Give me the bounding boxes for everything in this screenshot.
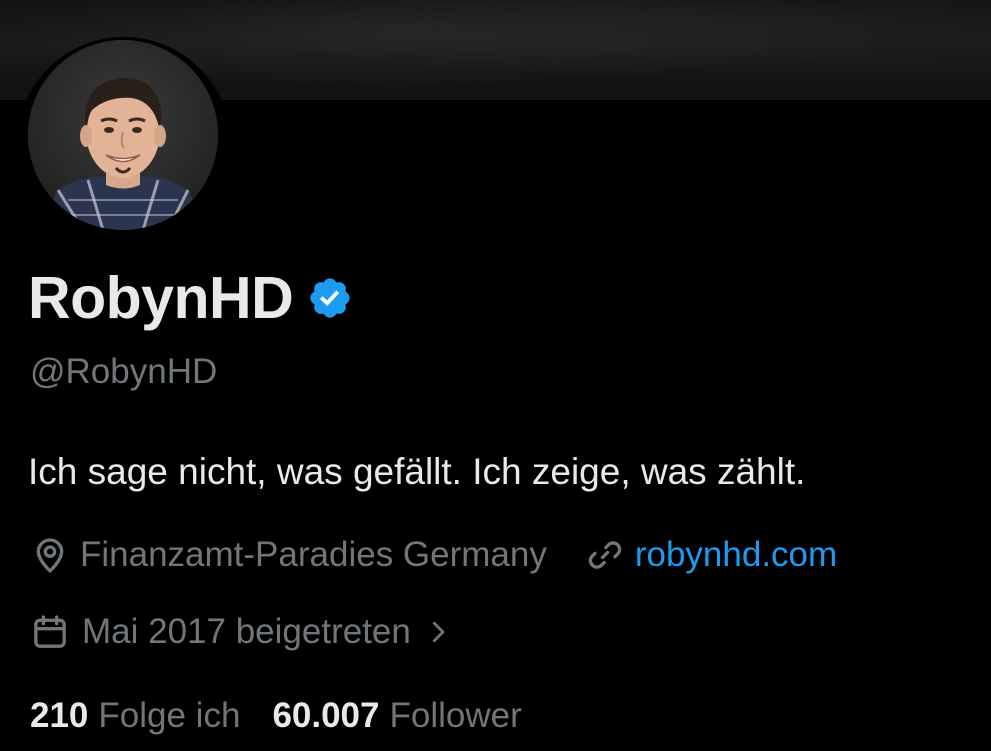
joined-text: Mai 2017 beigetreten xyxy=(82,612,411,651)
following-count: 210 xyxy=(30,696,89,735)
profile-page: RobynHD @RobynHD Ich sage nicht, was gef… xyxy=(0,0,991,751)
profile-meta-row: Finanzamt-Paradies Germany robynhd.com xyxy=(30,531,837,579)
verified-badge-icon[interactable] xyxy=(307,275,353,321)
follow-stats-row: 210 Folge ich 60.007 Follower xyxy=(30,692,522,740)
calendar-icon xyxy=(34,615,66,648)
display-name: RobynHD xyxy=(28,265,294,331)
followers-label: Follower xyxy=(389,696,522,735)
location-pin-icon xyxy=(36,538,64,574)
avatar-photo xyxy=(28,40,218,230)
joined-row[interactable]: Mai 2017 beigetreten xyxy=(30,608,453,656)
profile-handle: @RobynHD xyxy=(30,352,218,391)
location-text: Finanzamt-Paradies Germany xyxy=(80,535,547,574)
following-stat[interactable]: 210 Folge ich xyxy=(30,696,240,736)
website-link[interactable]: robynhd.com xyxy=(635,531,837,579)
location-item: Finanzamt-Paradies Germany xyxy=(30,531,547,579)
followers-stat[interactable]: 60.007 Follower xyxy=(272,696,521,736)
following-label: Folge ich xyxy=(98,696,241,735)
followers-count: 60.007 xyxy=(272,696,380,735)
chevron-right-icon xyxy=(432,621,445,643)
website-item[interactable]: robynhd.com xyxy=(585,531,837,579)
avatar[interactable] xyxy=(28,40,218,230)
profile-bio: Ich sage nicht, was gefällt. Ich zeige, … xyxy=(28,451,806,492)
link-icon xyxy=(588,541,622,569)
display-name-row: RobynHD xyxy=(28,262,353,334)
